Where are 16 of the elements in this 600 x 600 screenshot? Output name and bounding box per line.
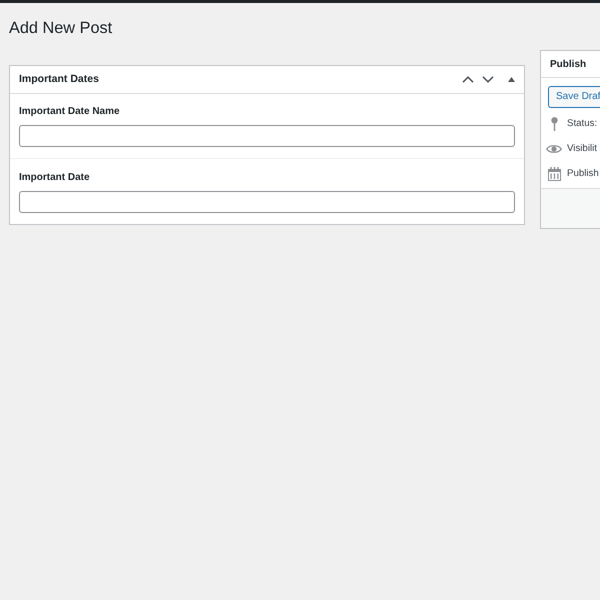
publish-setting-text: Publish <box>567 168 599 180</box>
field-label: Important Date Name <box>19 105 120 118</box>
input-field[interactable] <box>19 191 515 213</box>
publish-setting-text: Visibilit <box>567 142 597 154</box>
input-field[interactable] <box>19 125 515 147</box>
eye-icon <box>546 144 562 154</box>
publish-setting-text: Status: <box>567 118 598 130</box>
publish-title: Publish <box>550 58 586 70</box>
chevron-down-icon <box>482 76 494 83</box>
calendar-icon <box>548 166 560 180</box>
meta-box-title: Important Dates <box>19 73 99 86</box>
caret-up-icon <box>508 77 514 82</box>
pin-icon <box>550 116 558 130</box>
field-label: Important Date <box>19 171 90 184</box>
page-title: Add New Post <box>9 18 114 38</box>
chevron-up-icon <box>462 76 474 83</box>
